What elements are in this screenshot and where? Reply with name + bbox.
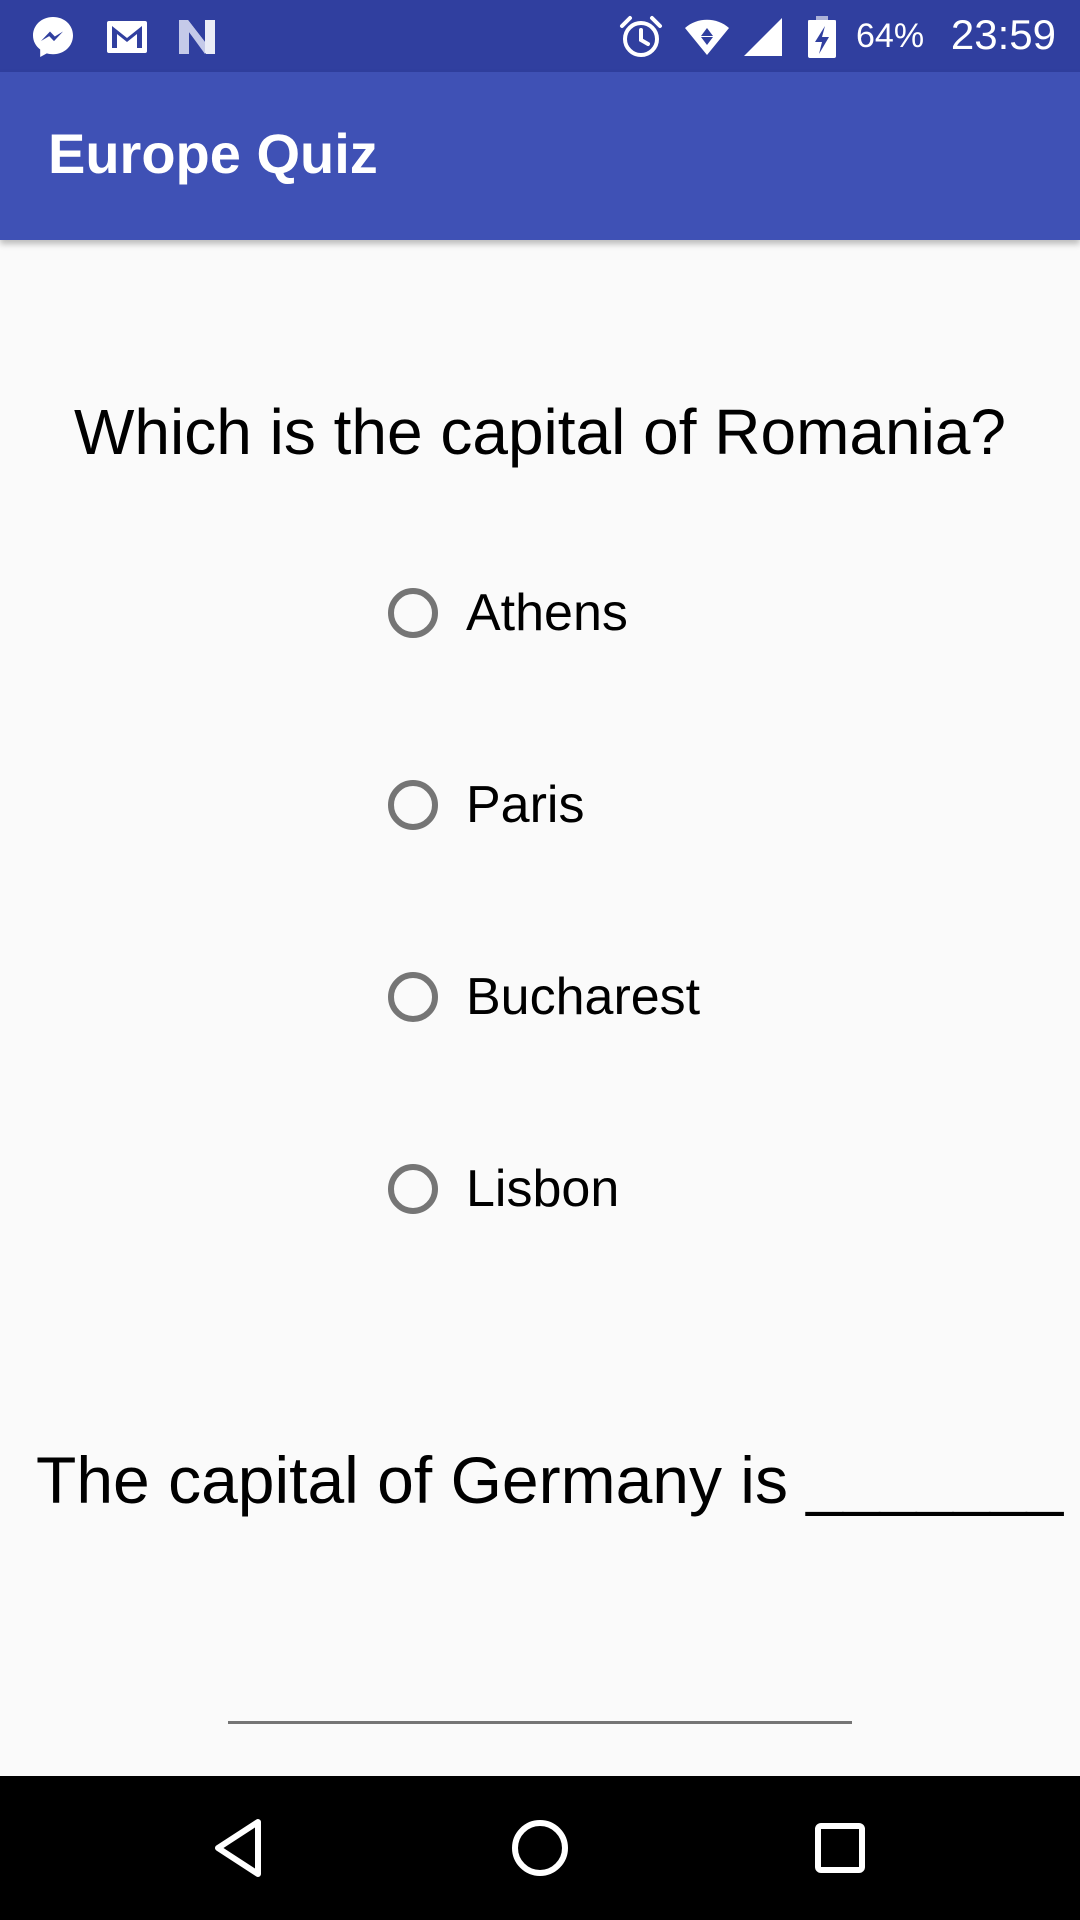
option-lisbon[interactable]: Lisbon (384, 1146, 884, 1338)
radio-button[interactable] (388, 780, 438, 830)
home-icon[interactable] (504, 1812, 576, 1884)
navigation-bar (0, 1776, 1080, 1920)
status-bar: 64% 23:59 (0, 0, 1080, 72)
option-paris[interactable]: Paris (384, 762, 884, 954)
question-2-text: The capital of Germany is _______ . (36, 1443, 1080, 1517)
gmail-icon (104, 14, 150, 60)
app-title: Europe Quiz (48, 122, 378, 185)
wifi-icon (684, 14, 730, 60)
answer-radio-group: Athens Paris Bucharest Lisbon (384, 570, 884, 1338)
option-label[interactable]: Athens (466, 582, 628, 644)
signal-icon (740, 14, 786, 60)
recents-icon[interactable] (804, 1812, 876, 1884)
n-icon (174, 14, 220, 60)
radio-button[interactable] (388, 972, 438, 1022)
screen: 64% 23:59 Europe Quiz Which is the capit… (0, 0, 1080, 1920)
clock: 23:59 (950, 11, 1056, 58)
option-bucharest[interactable]: Bucharest (384, 954, 884, 1146)
option-athens[interactable]: Athens (384, 570, 884, 762)
option-label[interactable]: Lisbon (466, 1158, 619, 1220)
option-label[interactable]: Bucharest (466, 966, 700, 1028)
answer-text-field[interactable] (228, 1640, 852, 1724)
battery-percent: 64% (856, 17, 925, 55)
messenger-icon (30, 14, 76, 60)
radio-button[interactable] (388, 1164, 438, 1214)
back-icon[interactable] (204, 1812, 276, 1884)
question-1-text: Which is the capital of Romania? (74, 396, 1006, 468)
radio-button[interactable] (388, 588, 438, 638)
app-bar: Europe Quiz (0, 72, 1080, 240)
alarm-icon (618, 14, 664, 60)
battery-charging-icon (800, 14, 844, 60)
option-label[interactable]: Paris (466, 774, 584, 836)
